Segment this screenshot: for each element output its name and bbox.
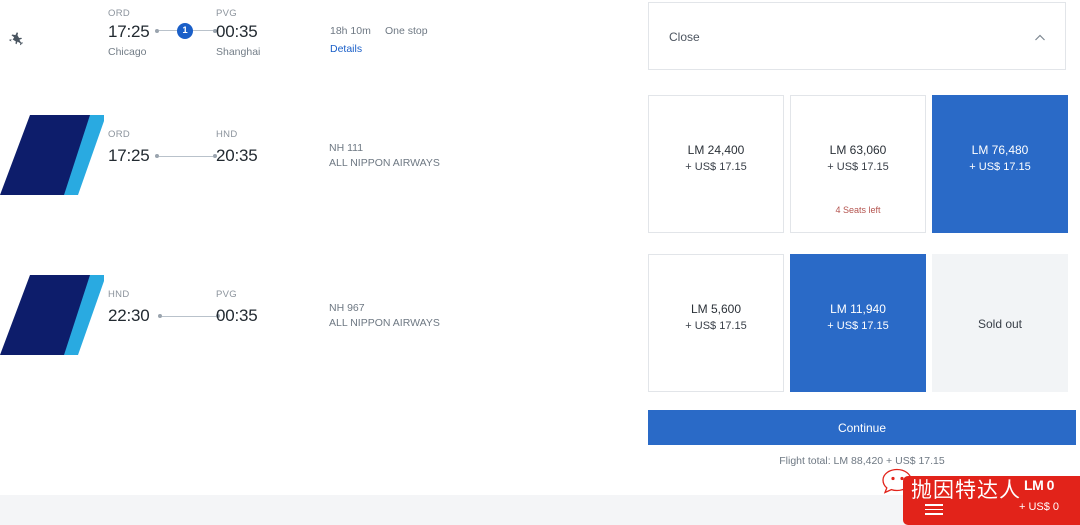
ana-airline-logo xyxy=(0,275,104,355)
flight-segment-2: HND 22:30 PVG 00:35 NH 967 ALL NIPPON AI… xyxy=(0,275,636,355)
flight-segment-1: ORD 17:25 HND 20:35 NH 111 ALL NIPPON AI… xyxy=(0,115,636,195)
segment-1-destination: HND 20:35 xyxy=(216,129,258,167)
fare-miles: LM 11,940 xyxy=(830,302,886,316)
itinerary-meta: 18h 10m One stop Details xyxy=(330,24,530,57)
segment-origin-time: 22:30 xyxy=(108,306,150,325)
fare-price-block: LM 63,060 + US$ 17.15 xyxy=(791,141,925,176)
hamburger-line xyxy=(925,508,943,510)
segment-2-connector xyxy=(158,311,220,321)
fare-row-return: LM 5,600 + US$ 17.15 LM 11,940 + US$ 17.… xyxy=(648,254,1068,392)
duration-label: 18h 10m xyxy=(330,25,371,37)
departing-plane-icon xyxy=(8,26,34,52)
fare-card[interactable]: LM 63,060 + US$ 17.15 4 Seats left xyxy=(790,95,926,233)
fare-price-block: LM 24,400 + US$ 17.15 xyxy=(649,141,783,176)
connector-line xyxy=(162,315,216,317)
fare-price-block: LM 5,600 + US$ 17.15 xyxy=(649,300,783,335)
stop-connector: 1 xyxy=(155,22,217,40)
fare-miles: LM 5,600 xyxy=(690,302,742,316)
hamburger-icon xyxy=(925,504,943,516)
fare-taxes: + US$ 17.15 xyxy=(685,161,747,173)
fare-row-outbound: LM 24,400 + US$ 17.15 LM 63,060 + US$ 17… xyxy=(648,95,1068,233)
connector-dot-left xyxy=(155,154,159,158)
duration-and-stops: 18h 10m One stop xyxy=(330,24,530,39)
fare-miles: LM 76,480 xyxy=(971,143,1029,157)
fare-card[interactable]: LM 24,400 + US$ 17.15 xyxy=(648,95,784,233)
destination-city: Shanghai xyxy=(216,46,261,58)
fare-taxes: + US$ 17.15 xyxy=(827,320,889,332)
close-panel-button[interactable]: Close xyxy=(648,2,1066,70)
segment-flight-number: NH 111 xyxy=(329,142,364,154)
segment-airline-name: ALL NIPPON AIRWAYS xyxy=(329,157,440,169)
fare-card[interactable]: LM 5,600 + US$ 17.15 xyxy=(648,254,784,392)
fare-miles: LM 63,060 xyxy=(829,143,887,157)
seats-left-badge: 4 Seats left xyxy=(835,205,881,215)
fare-price-block: LM 11,940 + US$ 17.15 xyxy=(791,300,925,335)
summary-origin: ORD 17:25 Chicago xyxy=(108,8,150,59)
segment-origin-code: HND xyxy=(108,289,130,300)
origin-time: 17:25 xyxy=(108,22,150,41)
segment-destination-code: HND xyxy=(216,129,238,140)
details-link[interactable]: Details xyxy=(330,42,362,57)
destination-airport-code: PVG xyxy=(216,8,237,19)
segment-1-carrier: NH 111 ALL NIPPON AIRWAYS xyxy=(329,141,440,171)
segment-destination-time: 00:35 xyxy=(216,306,258,325)
segment-2-origin: HND 22:30 xyxy=(108,289,150,327)
fare-taxes: + US$ 17.15 xyxy=(827,161,889,173)
fare-card-sold-out: Sold out xyxy=(932,254,1068,392)
watermark-lm-amount: LM 0 xyxy=(1024,477,1054,493)
hamburger-line xyxy=(925,513,943,515)
segment-airline-name: ALL NIPPON AIRWAYS xyxy=(329,317,440,329)
segment-destination-time: 20:35 xyxy=(216,146,258,165)
connector-dot-left xyxy=(158,314,162,318)
stop-count-badge: 1 xyxy=(177,23,193,39)
ana-airline-logo xyxy=(0,115,104,195)
itinerary-summary: ORD 17:25 Chicago 1 PVG 00:35 Shanghai 1… xyxy=(0,0,636,72)
segment-origin-time: 17:25 xyxy=(108,146,150,165)
segment-1-origin: ORD 17:25 xyxy=(108,129,150,167)
connector-dot-left xyxy=(155,28,159,33)
origin-city: Chicago xyxy=(108,46,147,58)
segment-1-connector xyxy=(155,151,217,161)
segment-flight-number: NH 967 xyxy=(329,302,365,314)
stops-label: One stop xyxy=(385,25,428,37)
fare-taxes: + US$ 17.15 xyxy=(685,320,747,332)
sold-out-label: Sold out xyxy=(977,317,1023,331)
watermark-usd-amount: + US$ 0 xyxy=(1018,501,1060,513)
segment-2-destination: PVG 00:35 xyxy=(216,289,258,327)
fare-card-selected[interactable]: LM 76,480 + US$ 17.15 xyxy=(932,95,1068,233)
connector-line xyxy=(159,155,213,157)
hamburger-line xyxy=(925,504,943,506)
chevron-up-icon[interactable] xyxy=(1033,31,1047,45)
segment-origin-code: ORD xyxy=(108,129,131,140)
destination-time: 00:35 xyxy=(216,22,258,41)
summary-destination: PVG 00:35 Shanghai xyxy=(216,8,260,59)
fare-card-selected[interactable]: LM 11,940 + US$ 17.15 xyxy=(790,254,926,392)
origin-airport-code: ORD xyxy=(108,8,131,19)
itinerary-column: ORD 17:25 Chicago 1 PVG 00:35 Shanghai 1… xyxy=(0,0,636,495)
watermark-currency-block: LM 0 + US$ 0 xyxy=(1000,476,1078,516)
flight-booking-page: ORD 17:25 Chicago 1 PVG 00:35 Shanghai 1… xyxy=(0,0,1080,525)
continue-button[interactable]: Continue xyxy=(648,410,1076,445)
flight-total-label: Flight total: LM 88,420 + US$ 17.15 xyxy=(779,455,945,467)
fare-price-block: LM 76,480 + US$ 17.15 xyxy=(933,141,1067,176)
segment-destination-code: PVG xyxy=(216,289,237,300)
close-label: Close xyxy=(669,30,700,44)
fare-miles: LM 24,400 xyxy=(687,143,745,157)
segment-2-carrier: NH 967 ALL NIPPON AIRWAYS xyxy=(329,301,440,331)
fare-taxes: + US$ 17.15 xyxy=(969,161,1031,173)
